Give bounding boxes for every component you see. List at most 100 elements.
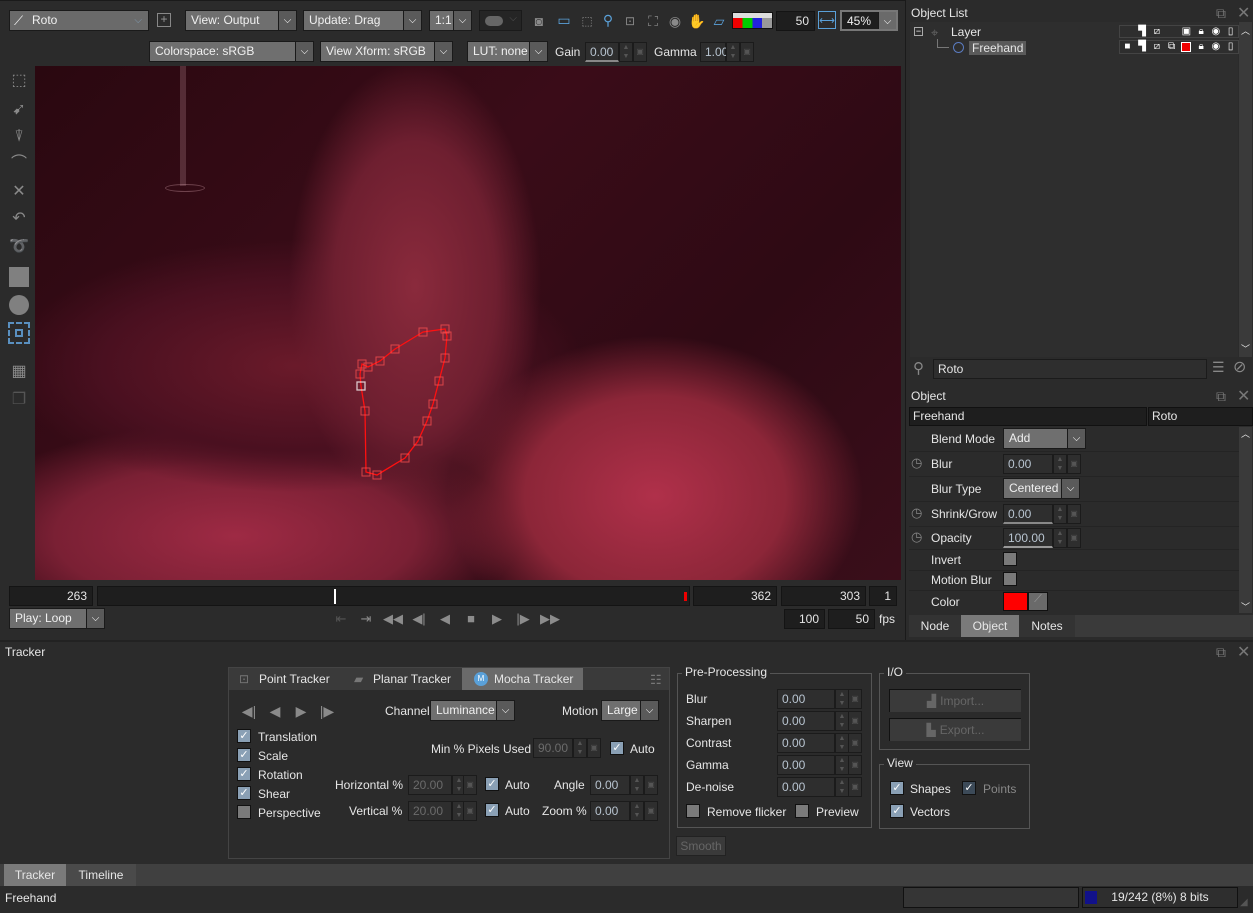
min-pixels-field[interactable]: 90.00 [533,738,573,758]
track-icon[interactable]: ⧉ [1164,41,1179,53]
composite-icon[interactable]: ▜ [1135,26,1150,37]
fit-icon[interactable]: ⛶ [644,12,662,30]
pp-sharpen-keyframe-icon[interactable]: ▣ [848,711,862,731]
lock-icon[interactable]: 🔒︎ [1194,41,1209,53]
rectangle-icon[interactable] [9,267,29,287]
tab-timeline[interactable]: Timeline [66,864,136,886]
angle-spinner[interactable]: ▲ ▼ [630,775,644,795]
current-frame-field[interactable]: 303 [781,586,866,606]
opacity-keyframe-icon[interactable]: ▣ [1067,528,1081,548]
tab-object[interactable]: Object [961,615,1019,637]
document-icon[interactable]: ▯ [1223,41,1238,53]
translation-checkbox[interactable]: ✓ [237,729,251,743]
frame-step-field[interactable]: 1 [869,586,897,606]
tracker-box-icon[interactable] [8,322,30,344]
preview-checkbox[interactable] [795,804,809,818]
curve-icon[interactable]: ↶ [8,208,30,230]
invert-checkbox[interactable] [1003,552,1017,566]
overlay-icon[interactable]: ▱ [710,12,728,30]
track-backward-icon[interactable]: ◀| [240,702,258,720]
shrink-grow-field[interactable]: 0.00 [1003,504,1053,524]
close-icon[interactable]: ✕ [1237,3,1250,23]
opacity-spinner[interactable]: ▲ ▼ [1053,528,1067,548]
gain-field[interactable]: 0.00 [585,42,619,62]
horizontal-field[interactable]: 20.00 [408,775,452,795]
composite-icon[interactable]: ▜ [1135,41,1150,53]
go-to-in-icon[interactable]: ⇥ [357,611,375,627]
shrink-grow-keyframe-icon[interactable]: ▣ [1067,504,1081,524]
grid-icon[interactable]: ⬚ [578,12,596,30]
step-back-icon[interactable]: ◀ [266,702,284,720]
smooth-button[interactable]: Smooth [676,836,726,856]
vertical-auto-checkbox[interactable]: ✓ [485,803,499,817]
vectors-checkbox[interactable]: ✓ [890,804,904,818]
collapse-icon[interactable]: − [914,27,923,36]
rotation-checkbox[interactable]: ✓ [237,767,251,781]
pp-blur-spinner[interactable]: ▲ ▼ [835,689,849,709]
fast-forward-icon[interactable]: ▶▶ [540,611,560,627]
shear-checkbox[interactable]: ✓ [237,786,251,800]
layers-icon[interactable]: ❐ [8,389,30,411]
go-to-start-icon[interactable]: ⇤ [332,611,350,627]
select-icon[interactable]: ➹ [8,99,30,121]
magnifier-icon[interactable]: ⚲ [599,11,617,29]
float-panel-icon[interactable]: ⧉ [1216,644,1226,661]
blur-type-dropdown[interactable]: Centered ⌵ [1003,478,1080,499]
eyedropper-icon[interactable]: ⟋ [1028,592,1048,611]
horizontal-auto-checkbox[interactable]: ✓ [485,777,499,791]
close-icon[interactable]: ✕ [1237,386,1250,406]
shrink-grow-spinner[interactable]: ▲ ▼ [1053,504,1067,524]
vertical-keyframe-icon[interactable]: ▣ [463,801,477,821]
mask-toggle-icon[interactable]: ⌵ [479,10,522,31]
zoom-keyframe-icon[interactable]: ▣ [644,801,658,821]
layer-item[interactable]: Layer [951,25,981,39]
chevron-down-icon[interactable]: ﹀ [1241,600,1250,613]
blur-spinner[interactable]: ▲ ▼ [1053,454,1067,474]
add-filter-icon[interactable]: ☰ [1212,359,1225,376]
keyframe-clock-icon[interactable]: ◷ [911,455,922,471]
pp-gamma-field[interactable]: 0.00 [777,755,835,775]
step-forward-icon[interactable]: |▶ [514,611,532,627]
add-point-icon[interactable]: ⍒ [8,126,30,148]
frame-icon[interactable]: ⊡ [621,12,639,30]
pp-contrast-spinner[interactable]: ▲ ▼ [835,733,849,753]
vertical-field[interactable]: 20.00 [408,801,452,821]
color-swatch[interactable] [1003,592,1028,611]
zoom-spinner[interactable]: ▲ ▼ [630,801,644,821]
pp-blur-keyframe-icon[interactable]: ▣ [848,689,862,709]
float-panel-icon[interactable]: ⧉ [1216,388,1226,405]
keyframe-clock-icon[interactable]: ◷ [911,505,922,521]
resize-grip-icon[interactable]: ◢ [1240,897,1248,908]
gamma-keyframe-icon[interactable]: ▣ [740,42,754,62]
step-back-icon[interactable]: ◀| [410,611,428,627]
visibility-icon[interactable]: ◉ [1209,41,1224,53]
view-xform-dropdown[interactable]: View Xform: sRGB ⌵ [320,41,453,62]
import-button[interactable]: ▟ Import... [889,689,1021,712]
fit-width-icon[interactable]: ⟷ [818,11,836,29]
bezier-icon[interactable]: ⌒ [8,153,30,175]
spline-control-points[interactable] [355,324,452,480]
timeline-scrubber[interactable] [97,586,690,606]
blend-mode-dropdown[interactable]: Add ⌵ [1003,428,1086,449]
object-list-scrollbar[interactable]: ︿ ﹀ [1239,22,1252,357]
stop-icon[interactable]: ■ [462,611,480,626]
perspective-checkbox[interactable] [237,805,251,819]
motion-blur-checkbox[interactable] [1003,572,1017,586]
end-frame-field[interactable]: 362 [693,586,777,606]
remove-point-icon[interactable]: ✕ [8,181,30,203]
tool-select-dropdown[interactable]: ⟋ Roto ⌵ [9,10,149,31]
rewind-icon[interactable]: ◀◀ [383,611,403,627]
lut-dropdown[interactable]: LUT: none ⌵ [467,41,548,62]
tab-tracker[interactable]: Tracker [4,864,66,886]
lasso-icon[interactable]: ➰ [8,236,30,258]
chevron-down-icon[interactable]: ﹀ [1241,342,1250,355]
solid-icon[interactable]: ■ [1120,41,1135,53]
pp-denoise-keyframe-icon[interactable]: ▣ [848,777,862,797]
monitor-icon[interactable]: ▭ [555,11,573,29]
object-panel-scrollbar[interactable]: ︿ ﹀ [1239,427,1252,613]
view-dropdown[interactable]: View: Output ⌵ [185,10,297,31]
pp-gamma-keyframe-icon[interactable]: ▣ [848,755,862,775]
hand-icon[interactable]: ✋ [688,12,706,30]
pp-contrast-field[interactable]: 0.00 [777,733,835,753]
float-panel-icon[interactable]: ⧉ [1216,5,1226,22]
